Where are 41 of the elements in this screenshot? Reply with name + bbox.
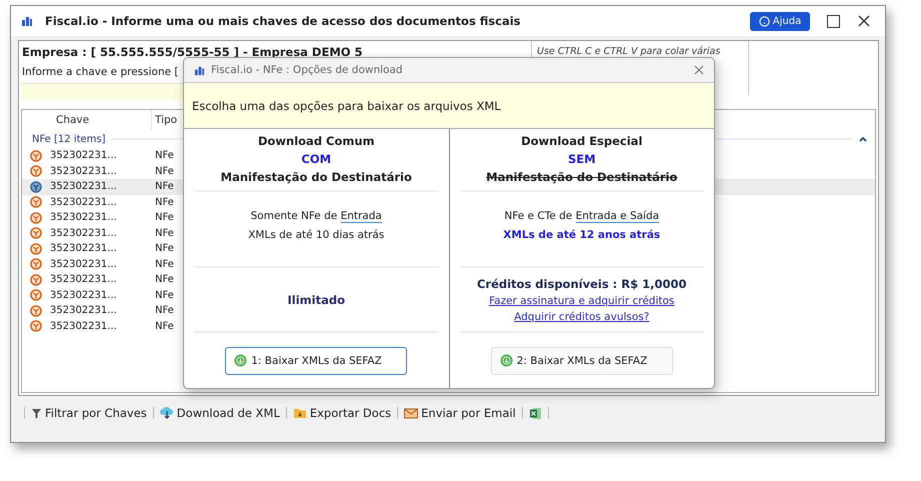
type-cell: NFe xyxy=(155,166,174,177)
dialog-title: Fiscal.io - NFe : Opções de download xyxy=(211,64,404,76)
option-manifest: Manifestação do Destinatário xyxy=(486,170,678,184)
age-text: XMLs de até 12 anos atrás xyxy=(503,228,660,240)
scope-text: Somente NFe de Entrada xyxy=(250,210,382,222)
type-cell: NFe xyxy=(155,228,174,239)
window-title: Fiscal.io - Informe uma ou mais chaves de acesso dos documentos fiscais xyxy=(45,14,522,28)
key-cell-text: 352302231... xyxy=(50,196,118,208)
key-cell-text: 352302231... xyxy=(50,150,118,162)
key-cell-text: 352302231... xyxy=(50,243,118,254)
hint-text: Use CTRL C e CTRL V para colar várias xyxy=(537,46,720,57)
type-cell: NFe xyxy=(155,305,174,316)
type-cell: NFe xyxy=(155,181,174,192)
key-cell-text: 352302231... xyxy=(50,290,118,301)
option-manifest: Manifestação do Destinatário xyxy=(220,170,412,184)
type-cell: NFe xyxy=(155,150,174,162)
option-mode: COM xyxy=(301,152,332,166)
type-cell: NFe xyxy=(155,196,174,208)
key-cell-text: 352302231... xyxy=(50,320,118,332)
type-cell: NFe xyxy=(155,274,174,286)
key-cell-text: 352302231... xyxy=(50,305,118,316)
option-title: Download Especial xyxy=(521,134,642,148)
key-cell-text: 352302231... xyxy=(50,181,118,192)
option-title: Download Comum xyxy=(258,134,375,148)
key-cell-text: 352302231... xyxy=(50,228,118,239)
instruction-text: Informe a chave e pressione [ xyxy=(21,65,179,78)
scope-text: NFe e CTe de Entrada e Saída xyxy=(504,210,660,222)
key-cell-text: 352302231... xyxy=(50,258,118,270)
type-cell: NFe xyxy=(155,243,174,254)
dialog-message: Escolha uma das opções para baixar os arquivos XML xyxy=(192,98,501,112)
age-text: XMLs de até 10 dias atrás xyxy=(248,228,384,240)
key-cell-text: 352302231... xyxy=(50,212,118,224)
limit-text: Ilimitado xyxy=(288,292,345,306)
key-cell-text: 352302231... xyxy=(50,274,118,286)
type-cell: NFe xyxy=(155,258,174,270)
credits-text: Créditos disponíveis : R$ 1,0000 xyxy=(476,276,687,290)
type-cell: NFe xyxy=(155,290,174,301)
type-cell: NFe xyxy=(155,320,174,332)
option-mode: SEM xyxy=(568,152,596,166)
key-cell-text: 352302231... xyxy=(50,166,118,177)
type-cell: NFe xyxy=(155,212,174,224)
